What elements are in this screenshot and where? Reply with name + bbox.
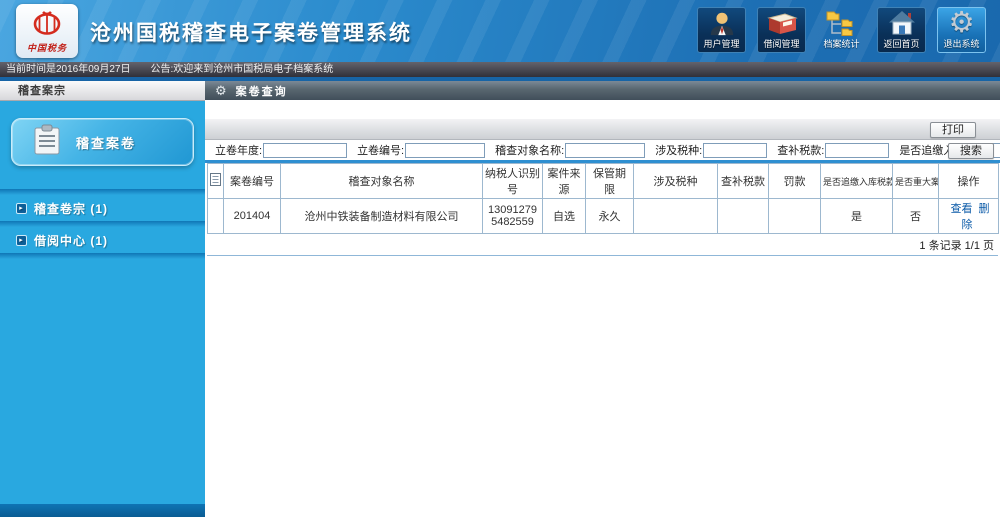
- tax-types-input[interactable]: [703, 143, 767, 158]
- content-spacer: [205, 100, 1000, 118]
- top-nav: 用户管理 借阅管理: [697, 7, 986, 53]
- nav-return-home[interactable]: 返回首页: [877, 7, 926, 53]
- recovered-tax-input[interactable]: [825, 143, 889, 158]
- logo-caption: 中国税务: [27, 41, 67, 54]
- target-name-input[interactable]: [565, 143, 645, 158]
- col-major-case: 是否重大案件: [893, 164, 939, 199]
- status-bar: 当前时间是2016年09月27日 公告:欢迎来到沧州市国税局电子档案系统: [0, 62, 1000, 77]
- sidebar-section-title: 稽查案宗: [0, 81, 205, 101]
- nav-archive-statistics[interactable]: 档案统计: [817, 7, 866, 53]
- bullet-icon: ▸: [16, 235, 27, 246]
- active-module-label: 稽查案卷: [76, 133, 136, 152]
- col-taxpayer-id: 纳税人识别号: [483, 164, 543, 199]
- view-link[interactable]: 查看: [951, 203, 973, 215]
- filter-label-target-name: 稽查对象名称:: [495, 142, 564, 158]
- gear-icon: ⚙: [215, 83, 229, 99]
- filing-number-input[interactable]: [405, 143, 485, 158]
- case-table: 案卷编号 稽查对象名称 纳税人识别号 案件来源 保管期限 涉及税种 查补税款 罚…: [207, 163, 999, 234]
- sidebar-item-label: 借阅中心 (1): [34, 232, 108, 249]
- filter-bar: 立卷年度: 立卷编号: 稽查对象名称: 涉及税种: 查补税款: 是否追缴入库税款…: [205, 140, 1000, 163]
- cell-tax-paid: 是: [821, 199, 893, 234]
- cell-taxpayer-id: 130912795482559: [483, 199, 543, 234]
- search-button[interactable]: 搜索: [948, 143, 994, 159]
- filter-label-recovered-tax: 查补税款:: [777, 142, 824, 158]
- nav-label: 档案统计: [823, 37, 859, 50]
- sidebar-footer: [0, 504, 205, 517]
- tax-lantern-icon: [30, 9, 64, 42]
- app-window: 中国税务 沧州国税稽查电子案卷管理系统 用户管理: [0, 0, 1000, 517]
- clipboard-icon: [32, 124, 62, 161]
- col-actions: 操作: [939, 164, 999, 199]
- nav-label: 退出系统: [943, 37, 979, 50]
- sidebar: 稽查案宗 稽查案卷 ▸ 稽查卷宗 (1) ▸: [0, 81, 205, 517]
- main-content: ⚙ 案卷查询 打印 立卷年度: 立卷编号: 稽查对象名称: 涉及税种: 查补税款…: [205, 81, 1000, 517]
- content-title: 案卷查询: [236, 83, 288, 99]
- cell-fine: [769, 199, 821, 234]
- sidebar-active-module-button[interactable]: 稽查案卷: [11, 118, 194, 166]
- gear-icon: ⚙: [949, 8, 975, 37]
- sidebar-item-label: 稽查卷宗 (1): [34, 200, 108, 217]
- col-fine: 罚款: [769, 164, 821, 199]
- sidebar-item-borrow-center[interactable]: ▸ 借阅中心 (1): [0, 227, 205, 253]
- cell-retention: 永久: [586, 199, 634, 234]
- cell-icon: [208, 199, 224, 234]
- app-title: 沧州国税稽查电子案卷管理系统: [90, 17, 412, 47]
- content-title-bar: ⚙ 案卷查询: [205, 81, 1000, 100]
- table-header-row: 案卷编号 稽查对象名称 纳税人识别号 案件来源 保管期限 涉及税种 查补税款 罚…: [208, 164, 999, 199]
- archive-box-icon: [766, 8, 798, 37]
- nav-exit-system[interactable]: ⚙ 退出系统: [937, 7, 986, 53]
- col-target-name: 稽查对象名称: [281, 164, 483, 199]
- cell-target-name: 沧州中铁装备制造材料有限公司: [281, 199, 483, 234]
- filter-label-filing-number: 立卷编号:: [357, 142, 404, 158]
- col-tax-types: 涉及税种: [634, 164, 718, 199]
- cell-actions: 查看删除: [939, 199, 999, 234]
- table-row: 201404 沧州中铁装备制造材料有限公司 130912795482559 自选…: [208, 199, 999, 234]
- sidebar-item-inspection-files[interactable]: ▸ 稽查卷宗 (1): [0, 195, 205, 221]
- col-tax-paid: 是否追缴入库税款: [821, 164, 893, 199]
- sidebar-menu: ▸ 稽查卷宗 (1) ▸ 借阅中心 (1): [0, 189, 205, 259]
- filter-label-filing-year: 立卷年度:: [215, 142, 262, 158]
- nav-label: 用户管理: [703, 37, 739, 50]
- nav-label: 返回首页: [883, 37, 919, 50]
- nav-borrow-management[interactable]: 借阅管理: [757, 7, 806, 53]
- toolbar: 打印: [205, 118, 1000, 140]
- cell-major-case: 否: [893, 199, 939, 234]
- cell-tax-types: [634, 199, 718, 234]
- print-button[interactable]: 打印: [930, 122, 976, 138]
- filing-year-input[interactable]: [263, 143, 347, 158]
- home-icon: [888, 8, 916, 37]
- cell-case-source: 自选: [543, 199, 586, 234]
- bullet-icon: ▸: [16, 203, 27, 214]
- status-text: 当前时间是2016年09月27日 公告:欢迎来到沧州市国税局电子档案系统: [6, 64, 333, 75]
- cell-recovered-tax: [718, 199, 769, 234]
- col-case-number: 案卷编号: [224, 164, 281, 199]
- tax-logo: 中国税务: [16, 4, 78, 58]
- cell-case-number: 201404: [224, 199, 281, 234]
- doc-icon-column: [208, 164, 224, 199]
- nav-label: 借阅管理: [763, 37, 799, 50]
- nav-user-management[interactable]: 用户管理: [697, 7, 746, 53]
- col-case-source: 案件来源: [543, 164, 586, 199]
- user-icon: [708, 8, 736, 37]
- filter-label-tax-types: 涉及税种:: [655, 142, 702, 158]
- document-icon: [210, 173, 221, 186]
- pagination: 1 条记录 1/1 页: [207, 234, 998, 256]
- menu-separator: [0, 253, 205, 259]
- app-header: 中国税务 沧州国税稽查电子案卷管理系统 用户管理: [0, 0, 1000, 62]
- col-retention: 保管期限: [586, 164, 634, 199]
- folder-tree-icon: [825, 8, 859, 37]
- col-recovered-tax: 查补税款: [718, 164, 769, 199]
